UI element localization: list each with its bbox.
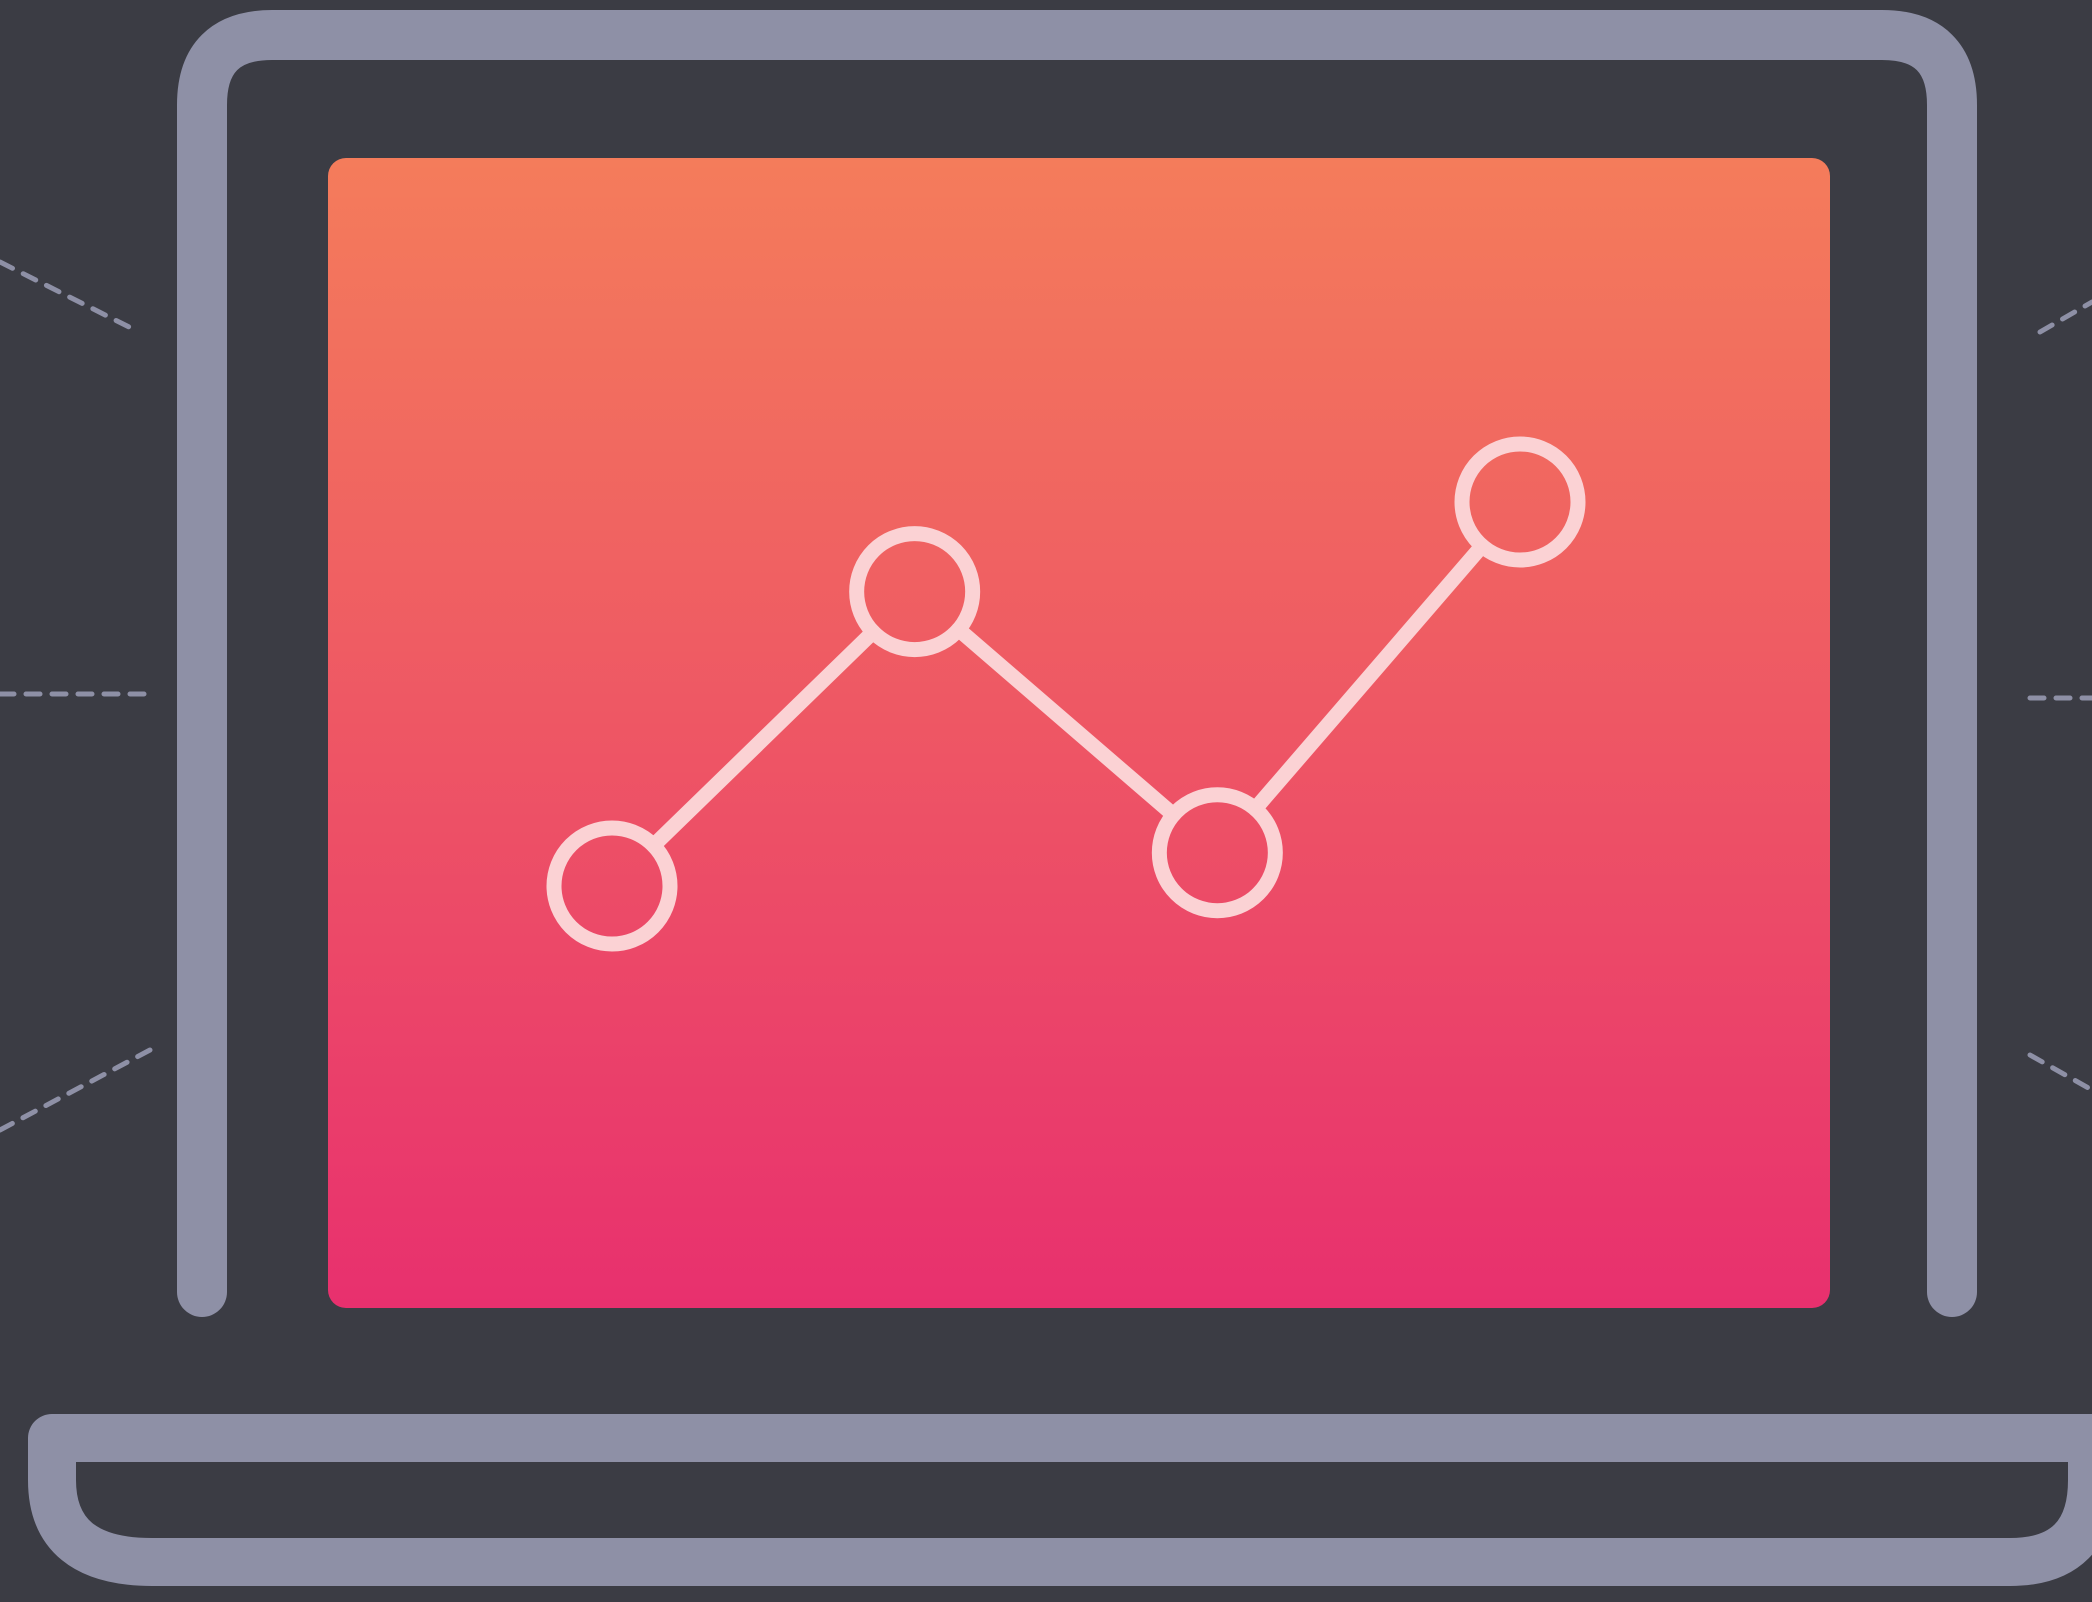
laptop-illustration	[0, 0, 2092, 1602]
